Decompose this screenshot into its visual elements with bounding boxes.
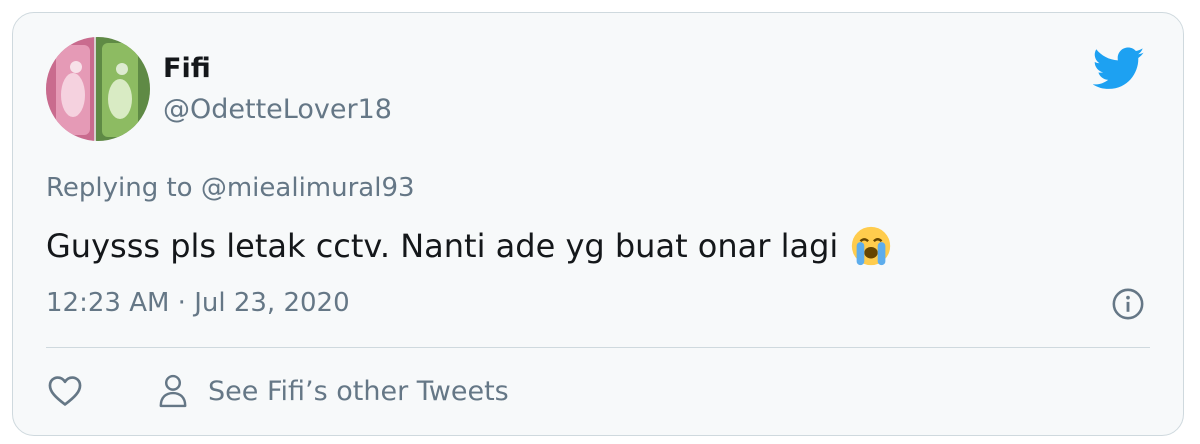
heart-icon[interactable]	[46, 372, 84, 410]
see-other-tweets-link[interactable]: See Fifi’s other Tweets	[156, 372, 509, 410]
tweet-timestamp[interactable]: 12:23 AM · Jul 23, 2020	[46, 288, 350, 318]
info-icon[interactable]	[1111, 287, 1145, 321]
see-other-tweets-label: See Fifi’s other Tweets	[208, 375, 509, 407]
replying-mention[interactable]: @miealimural93	[201, 173, 415, 203]
twitter-bird-icon[interactable]	[1093, 47, 1145, 91]
person-icon	[159, 374, 187, 408]
divider	[46, 347, 1150, 348]
author-handle[interactable]: @OdetteLover18	[163, 94, 392, 125]
avatar-image	[46, 37, 150, 141]
tweet-card[interactable]: Fifi @OdetteLover18 Replying to @miealim…	[12, 12, 1184, 436]
tweet-body: Guysss pls letak cctv. Nanti ade yg buat…	[46, 227, 839, 265]
replying-to: Replying to @miealimural93	[46, 173, 415, 203]
tweet-text: Guysss pls letak cctv. Nanti ade yg buat…	[46, 223, 894, 269]
replying-prefix: Replying to	[46, 173, 193, 203]
tweet-actions: See Fifi’s other Tweets	[46, 369, 509, 413]
author-name[interactable]: Fifi	[163, 53, 211, 84]
avatar[interactable]	[46, 37, 150, 141]
loudly-crying-face-icon	[852, 226, 891, 266]
